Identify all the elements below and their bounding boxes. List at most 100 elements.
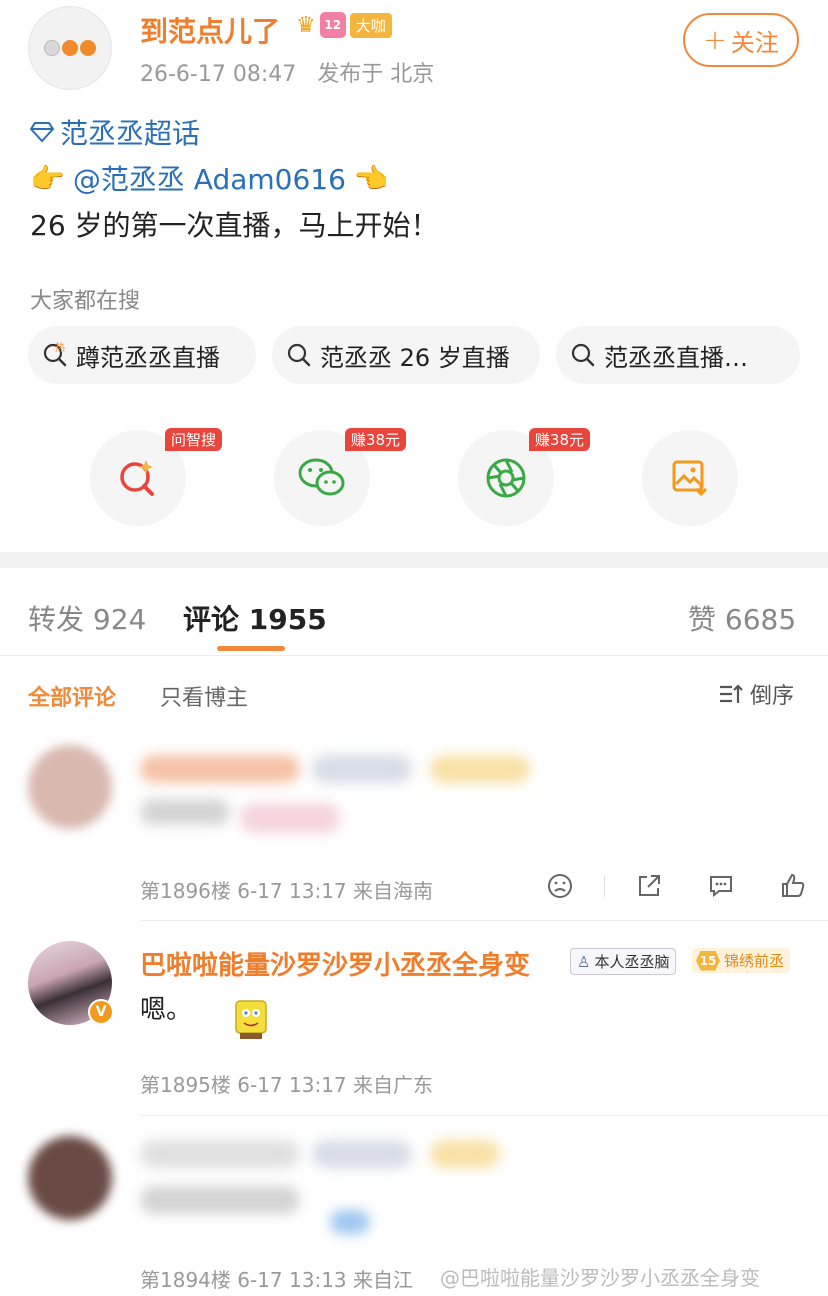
tab-label: 评论 (183, 603, 240, 636)
post-text: 26 岁的第一次直播，马上开始！ (30, 209, 439, 242)
ai-search-button[interactable]: 问智搜 (90, 428, 222, 526)
comment-date: 6-17 13:17 (237, 879, 347, 903)
tab-count: 924 (92, 603, 147, 636)
post-timestamp: 26-6-17 08:47 (140, 62, 297, 87)
wechat-icon (298, 458, 345, 496)
search-chip-label: 范丞丞 26 岁直播 (320, 343, 510, 372)
commenter-avatar[interactable] (28, 745, 112, 829)
tab-comments[interactable]: 评论 1955 (183, 598, 327, 638)
search-icon (571, 343, 595, 367)
crown-icon: ♛ (296, 12, 316, 38)
post-header: 到范点儿了 ♛ 12 大咖 26-6-17 08:47 发布于 北京 + 关注 (0, 0, 828, 110)
avatar-orange-icon (80, 40, 96, 56)
action-separator (604, 875, 605, 897)
blurred-sticker (240, 803, 340, 833)
blurred-badge (312, 755, 412, 783)
comment-item: 第1896楼 6-17 13:17 来自海南 (0, 735, 828, 920)
search-chip[interactable]: 范丞丞直播… (556, 326, 800, 384)
blurred-text (140, 799, 230, 825)
section-divider (0, 552, 828, 568)
sort-button[interactable]: 倒序 (718, 678, 794, 710)
comment-location: 来自江 (353, 1268, 414, 1292)
gem-level-icon: 12 (319, 12, 346, 38)
share-tag: 赚38元 (528, 428, 590, 451)
search-chips: 热 蹲范丞丞直播 范丞丞 26 岁直播 范丞丞直播… (28, 326, 800, 384)
blurred-badge (312, 1140, 412, 1168)
diamond-icon (30, 122, 54, 143)
author-badges: ♛ 12 大咖 (296, 12, 392, 38)
tab-reposts[interactable]: 转发 924 (28, 598, 146, 638)
verified-icon: V (88, 999, 114, 1025)
svg-text:热: 热 (55, 342, 65, 354)
sort-icon (720, 684, 743, 703)
comment-date: 6-17 13:17 (237, 1073, 347, 1097)
commenter-avatar[interactable] (28, 1136, 112, 1220)
comment-location: 来自海南 (353, 879, 434, 903)
comment-floor: 第1894楼 (140, 1268, 231, 1292)
moments-icon (486, 458, 526, 498)
pointing-left-icon: 👈 (353, 161, 389, 195)
hot-search-icon: 热 (43, 342, 67, 367)
wechat-share-button[interactable]: 赚38元 (274, 428, 406, 526)
share-icon[interactable] (635, 872, 663, 900)
tab-count: 6685 (724, 603, 797, 636)
comment-icon[interactable] (707, 872, 735, 900)
save-image-icon (672, 460, 708, 497)
comment-meta: 第1896楼 6-17 13:17 来自海南 (140, 875, 433, 904)
blurred-sticker (330, 1210, 370, 1234)
post-meta: 26-6-17 08:47 发布于 北京 (140, 56, 434, 88)
search-icon (287, 343, 311, 367)
comment-meta: 第1894楼 6-17 13:13 来自江 (140, 1264, 413, 1293)
comment-filter-row: 全部评论 只看博主 倒序 (0, 660, 828, 724)
share-tag: 赚38元 (344, 428, 406, 451)
dislike-icon[interactable] (546, 872, 574, 900)
author-avatar[interactable] (28, 6, 112, 90)
search-chip-label: 蹲范丞丞直播 (76, 343, 220, 372)
tab-bar: 转发 924 评论 1955 赞 6685 (0, 578, 828, 656)
filter-owner-only[interactable]: 只看博主 (160, 680, 248, 712)
search-chip[interactable]: 热 蹲范丞丞直播 (28, 326, 256, 384)
plus-icon: + (703, 22, 727, 56)
tab-label: 赞 (688, 603, 717, 636)
search-section-label: 大家都在搜 (30, 289, 141, 314)
blurred-badge (430, 755, 530, 783)
comment-meta: 第1895楼 6-17 13:17 来自广东 (140, 1069, 433, 1098)
blurred-text (140, 1186, 300, 1214)
level-number: 15 (696, 950, 720, 971)
comment-floor: 第1895楼 (140, 1073, 231, 1097)
avatar-orange-icon (62, 40, 78, 56)
tab-underline (217, 646, 285, 651)
comment-floor: 第1896楼 (140, 879, 231, 903)
ai-search-icon (120, 460, 154, 496)
blurred-name (140, 755, 300, 783)
tab-likes[interactable]: 赞 6685 (688, 598, 796, 638)
mention-line: 👉 @范丞丞 Adam0616 👈 (30, 158, 389, 198)
fan-badge-label: 本人丞丞脑 (594, 953, 670, 971)
share-row: 问智搜 赚38元 赚38元 (0, 428, 828, 530)
search-chip[interactable]: 范丞丞 26 岁直播 (272, 326, 540, 384)
post-source: 发布于 北京 (317, 62, 435, 87)
commenter-name[interactable]: 巴啦啦能量沙罗沙罗小丞丞全身变 (140, 945, 530, 982)
follow-button[interactable]: + 关注 (683, 13, 799, 67)
save-image-button[interactable] (642, 430, 738, 526)
vip-badge: 大咖 (349, 12, 392, 38)
pointing-right-icon: 👉 (30, 161, 65, 195)
tab-label: 转发 (28, 603, 85, 636)
blurred-name (140, 1140, 300, 1168)
figure-icon: ♙ (577, 952, 591, 971)
comment-item: V 巴啦啦能量沙罗沙罗小丞丞全身变 ♙ 本人丞丞脑 15 锦绣前丞 嗯。 第18… (0, 921, 828, 1116)
watermark: @巴啦啦能量沙罗沙罗小丞丞全身变 (440, 1266, 760, 1290)
comment-actions (546, 872, 807, 900)
follow-label: 关注 (730, 28, 779, 57)
fan-level-badge: 15 锦绣前丞 (692, 948, 791, 973)
level-badge-label: 锦绣前丞 (724, 952, 785, 970)
moments-share-button[interactable]: 赚38元 (458, 428, 590, 526)
search-chip-label: 范丞丞直播… (604, 343, 748, 372)
like-icon[interactable] (779, 872, 807, 900)
filter-all-comments[interactable]: 全部评论 (28, 680, 116, 712)
topic-link[interactable]: 范丞丞超话 (30, 112, 200, 152)
author-name[interactable]: 到范点儿了 (140, 10, 280, 50)
sort-label: 倒序 (750, 684, 795, 709)
avatar-ball-icon (44, 40, 60, 56)
mention-link[interactable]: @范丞丞 Adam0616 (73, 158, 346, 198)
